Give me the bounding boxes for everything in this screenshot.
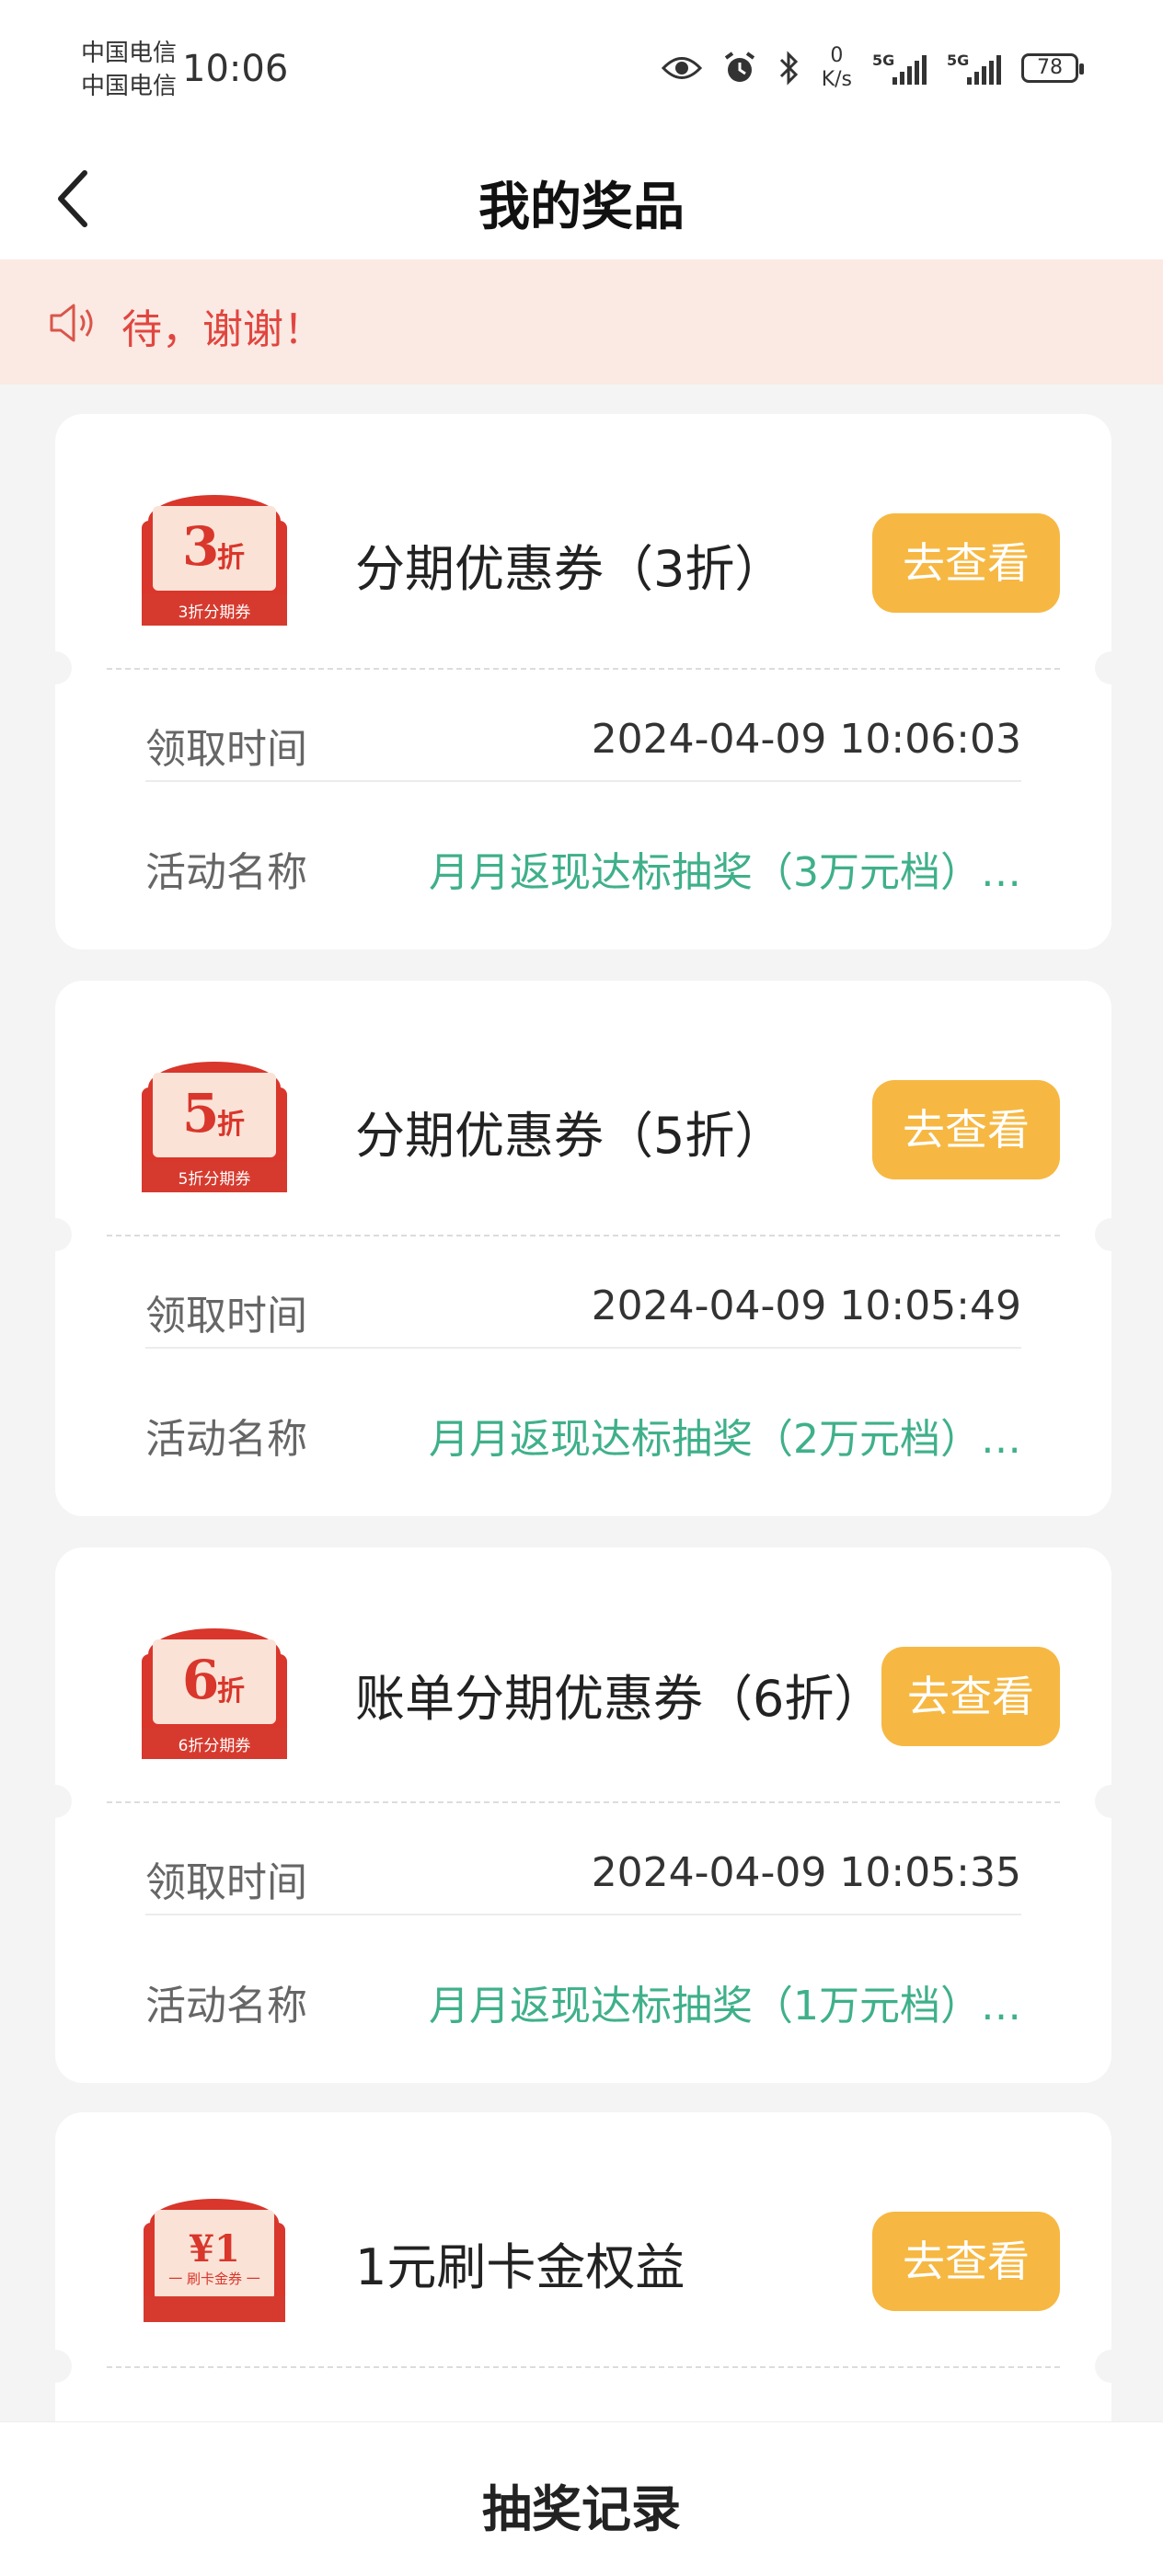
activity-label: 活动名称 bbox=[145, 849, 307, 896]
view-button[interactable]: 去查看 bbox=[881, 1647, 1060, 1746]
claim-time-value: 2024-04-09 10:05:49 bbox=[591, 1282, 1021, 1329]
divider bbox=[107, 2366, 1060, 2368]
claim-time-label: 领取时间 bbox=[145, 1293, 307, 1340]
status-bar: 中国电信 中国电信 10:06 0 K/s 5G 5G 78 bbox=[0, 0, 1163, 138]
claim-time-label: 领取时间 bbox=[145, 726, 307, 773]
badge-value: 6 bbox=[182, 1649, 219, 1711]
sim2-tag: 5G bbox=[947, 52, 970, 69]
badge-unit: 折 bbox=[217, 542, 245, 574]
badge-caption: 3折分期券 bbox=[178, 604, 251, 622]
badge-unit: 折 bbox=[217, 1109, 245, 1141]
prize-card: 5 折 5折分期券 分期优惠券（5折） 去查看 领取时间 2024-04-09 … bbox=[39, 981, 1128, 1516]
battery-indicator: 78 bbox=[1021, 53, 1084, 83]
badge-caption: 一 刷卡金券 一 bbox=[168, 2271, 260, 2287]
activity-label: 活动名称 bbox=[145, 1416, 307, 1463]
badge-unit: 折 bbox=[217, 1675, 245, 1708]
notice-bar: 待，谢谢！ bbox=[0, 259, 1163, 385]
carrier-1: 中国电信 bbox=[81, 40, 178, 67]
claim-time-value: 2024-04-09 10:06:03 bbox=[591, 716, 1021, 763]
view-button[interactable]: 去查看 bbox=[872, 513, 1060, 613]
activity-link[interactable]: 月月返现达标抽奖（2万元档）… bbox=[429, 1406, 1021, 1465]
badge-caption: 6折分期券 bbox=[178, 1737, 251, 1755]
network-speed: 0 K/s bbox=[822, 44, 852, 92]
lottery-records-button[interactable]: 抽奖记录 bbox=[482, 2468, 681, 2541]
activity-link[interactable]: 月月返现达标抽奖（1万元档）… bbox=[429, 1972, 1021, 2031]
badge-value: ¥1 bbox=[189, 2227, 240, 2271]
badge-caption: 5折分期券 bbox=[178, 1170, 251, 1189]
claim-time-row: 领取时间 2024-04-09 10:05:49 bbox=[145, 1257, 1021, 1349]
discount-coupon-icon: 5 折 5折分期券 bbox=[142, 1062, 287, 1192]
prize-card: 3 折 3折分期券 分期优惠券（3折） 去查看 领取时间 2024-04-09 … bbox=[39, 414, 1128, 949]
carrier-info: 中国电信 中国电信 bbox=[81, 37, 177, 103]
bluetooth-icon bbox=[779, 51, 798, 86]
claim-time-label: 领取时间 bbox=[145, 1859, 307, 1906]
eye-icon bbox=[661, 57, 702, 79]
notice-text: 待，谢谢！ bbox=[121, 306, 324, 353]
network-speed-unit: K/s bbox=[821, 68, 852, 91]
view-button[interactable]: 去查看 bbox=[872, 2212, 1060, 2311]
prize-name: 账单分期优惠券（6折） bbox=[355, 1670, 884, 1728]
cashback-coupon-icon: ¥1 一 刷卡金券 一 bbox=[144, 2199, 285, 2322]
discount-coupon-icon: 6 折 6折分期券 bbox=[142, 1628, 287, 1759]
claim-time-value: 2024-04-09 10:05:35 bbox=[591, 1849, 1021, 1896]
status-time: 10:06 bbox=[182, 48, 289, 90]
discount-coupon-icon: 3 折 3折分期券 bbox=[142, 495, 287, 626]
activity-row: 活动名称 月月返现达标抽奖（1万元档）… bbox=[145, 1947, 1021, 2039]
prize-card: 6 折 6折分期券 账单分期优惠券（6折） 去查看 领取时间 2024-04-0… bbox=[39, 1547, 1128, 2083]
signal-2-icon: 5G bbox=[947, 52, 1001, 85]
badge-value: 5 bbox=[182, 1082, 219, 1144]
activity-link[interactable]: 月月返现达标抽奖（3万元档）… bbox=[429, 839, 1021, 898]
prize-name: 分期优惠券（3折） bbox=[355, 540, 785, 598]
signal-1-icon: 5G bbox=[872, 52, 927, 85]
page-title: 我的奖品 bbox=[478, 178, 685, 237]
speaker-icon bbox=[50, 304, 93, 342]
badge-value: 3 bbox=[182, 515, 219, 578]
activity-row: 活动名称 月月返现达标抽奖（3万元档）… bbox=[145, 813, 1021, 905]
divider bbox=[107, 1235, 1060, 1236]
prize-name: 1元刷卡金权益 bbox=[355, 2238, 685, 2296]
carrier-2: 中国电信 bbox=[81, 73, 178, 100]
claim-time-row: 领取时间 2024-04-09 10:06:03 bbox=[145, 690, 1021, 782]
sim1-tag: 5G bbox=[872, 52, 895, 69]
nav-bar: 我的奖品 bbox=[0, 138, 1163, 259]
network-speed-value: 0 bbox=[830, 44, 844, 67]
claim-time-row: 领取时间 2024-04-09 10:05:35 bbox=[145, 1823, 1021, 1915]
prize-name: 分期优惠券（5折） bbox=[355, 1107, 785, 1165]
bottom-bar[interactable]: 抽奖记录 bbox=[0, 2421, 1163, 2576]
activity-label: 活动名称 bbox=[145, 1983, 307, 2030]
alarm-icon bbox=[724, 52, 754, 82]
activity-row: 活动名称 月月返现达标抽奖（2万元档）… bbox=[145, 1380, 1021, 1472]
status-icons: 0 K/s 5G 5G 78 bbox=[661, 44, 1084, 92]
divider bbox=[107, 1801, 1060, 1803]
view-button[interactable]: 去查看 bbox=[872, 1080, 1060, 1179]
divider bbox=[107, 668, 1060, 670]
